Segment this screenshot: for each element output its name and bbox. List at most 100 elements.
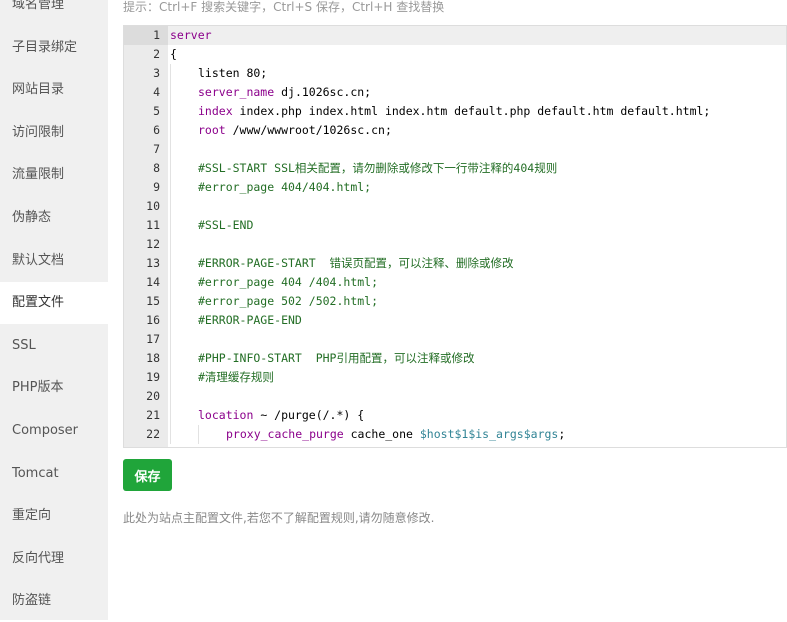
code-line[interactable]: 18 #PHP-INFO-START PHP引用配置，可以注释或修改	[124, 349, 786, 368]
code-text: proxy_cache_purge cache_one $host$1$is_a…	[226, 425, 565, 444]
indent-guide	[170, 406, 171, 425]
line-number: 6	[153, 123, 160, 137]
code-line[interactable]: 1 server	[124, 26, 786, 45]
code-token: cache_one	[343, 427, 420, 441]
sidebar-item[interactable]: 防盗链	[0, 580, 108, 622]
line-number: 11	[146, 218, 160, 232]
sidebar-item[interactable]: 反向代理	[0, 538, 108, 580]
config-warning-note: 此处为站点主配置文件,若您不了解配置规则,请勿随意修改.	[123, 511, 435, 525]
code-token: #error_page 404 /404.html;	[198, 275, 379, 289]
indent-guide	[170, 425, 171, 444]
code-token: #SSL-END	[198, 218, 254, 232]
indent-guide	[170, 254, 171, 273]
config-code-editor[interactable]: 1 server 2{ 3 listen 80; 4 server_name dj.1026…	[123, 25, 787, 448]
code-line[interactable]: 15 #error_page 502 /502.html;	[124, 292, 786, 311]
sidebar-item[interactable]: Tomcat	[0, 453, 108, 495]
sidebar-item[interactable]: 流量限制	[0, 154, 108, 196]
line-number: 5	[153, 104, 160, 118]
sidebar-item[interactable]: Composer	[0, 410, 108, 452]
code-text: root /www/wwwroot/1026sc.cn;	[198, 121, 392, 140]
code-text: location ~ /purge(/.*) {	[198, 406, 364, 425]
sidebar-item[interactable]: 配置文件	[0, 282, 108, 325]
code-token: $host$1$is_args$args	[419, 427, 559, 441]
sidebar-item[interactable]: 网站目录	[0, 69, 108, 111]
code-token: listen 80;	[198, 66, 268, 80]
code-text: #error_page 404/404.html;	[198, 178, 371, 197]
sidebar-item[interactable]: 默认文档	[0, 240, 108, 282]
line-number: 17	[146, 332, 160, 346]
indent-guide	[170, 273, 171, 292]
code-line[interactable]: 6 root /www/wwwroot/1026sc.cn;	[124, 121, 786, 140]
line-number: 8	[153, 161, 160, 175]
code-line[interactable]: 8 #SSL-START SSL相关配置，请勿删除或修改下一行带注释的404规则	[124, 159, 786, 178]
indent-guide	[170, 197, 171, 216]
sidebar-item[interactable]: SSL	[0, 325, 108, 367]
sidebar-item[interactable]: PHP版本	[0, 367, 108, 409]
code-line[interactable]: 20	[124, 387, 786, 406]
indent-guide	[170, 83, 171, 102]
line-number: 4	[153, 85, 160, 99]
sidebar-item[interactable]: 伪静态	[0, 197, 108, 239]
indent-guide	[170, 349, 171, 368]
code-text: #PHP-INFO-START PHP引用配置，可以注释或修改	[198, 349, 474, 368]
code-line[interactable]: 11 #SSL-END	[124, 216, 786, 235]
line-number: 19	[146, 370, 160, 384]
line-number: 9	[153, 180, 160, 194]
code-line[interactable]: 21 location ~ /purge(/.*) {	[124, 406, 786, 425]
indent-guide	[170, 330, 171, 349]
code-token: proxy_cache_purge	[226, 427, 344, 441]
save-button[interactable]: 保存	[123, 459, 172, 491]
code-line[interactable]: 2{	[124, 45, 786, 64]
code-line[interactable]: 9 #error_page 404/404.html;	[124, 178, 786, 197]
indent-guide	[170, 64, 171, 83]
sidebar-item[interactable]: 重定向	[0, 495, 108, 537]
line-number: 3	[153, 66, 160, 80]
line-number: 10	[146, 199, 160, 213]
code-token: /www/wwwroot/1026sc.cn;	[225, 123, 392, 137]
line-number: 22	[146, 427, 160, 441]
code-text: index index.php index.html index.htm def…	[198, 102, 710, 121]
line-number: 12	[146, 237, 160, 251]
line-number: 15	[146, 294, 160, 308]
line-number: 16	[146, 313, 160, 327]
line-number: 18	[146, 351, 160, 365]
code-token: ~ /purge(/.*) {	[253, 408, 365, 422]
code-line[interactable]: 14 #error_page 404 /404.html;	[124, 273, 786, 292]
line-number: 14	[146, 275, 160, 289]
code-line[interactable]: 4 server_name dj.1026sc.cn;	[124, 83, 786, 102]
code-token: #error_page 404/404.html;	[198, 180, 372, 194]
indent-guide	[170, 121, 171, 140]
code-token: #PHP-INFO-START PHP引用配置，可以注释或修改	[198, 351, 475, 365]
indent-guide	[170, 311, 171, 330]
code-text: server	[170, 26, 212, 45]
indent-guide	[198, 425, 199, 444]
code-line[interactable]: 17	[124, 330, 786, 349]
code-line[interactable]: 13 #ERROR-PAGE-START 错误页配置，可以注释、删除或修改	[124, 254, 786, 273]
code-token: #ERROR-PAGE-START 错误页配置，可以注释、删除或修改	[198, 256, 514, 270]
code-line[interactable]: 7	[124, 140, 786, 159]
code-token: #SSL-START SSL相关配置，请勿删除或修改下一行带注释的404规则	[198, 161, 558, 175]
indent-guide	[170, 235, 171, 254]
sidebar-item[interactable]: 子目录绑定	[0, 27, 108, 69]
code-text: #error_page 404 /404.html;	[198, 273, 378, 292]
code-token: ;	[558, 427, 566, 441]
shortcut-tip: 提示：Ctrl+F 搜索关键字，Ctrl+S 保存，Ctrl+H 查找替换	[123, 0, 445, 14]
sidebar-item[interactable]: 域名管理	[0, 0, 108, 26]
code-line[interactable]: 16 #ERROR-PAGE-END	[124, 311, 786, 330]
code-line[interactable]: 5 index index.php index.html index.htm de…	[124, 102, 786, 121]
code-text: listen 80;	[198, 64, 267, 83]
indent-guide	[170, 102, 171, 121]
code-token: server	[170, 28, 212, 42]
code-token: root	[198, 123, 226, 137]
code-line[interactable]: 12	[124, 235, 786, 254]
sidebar-item[interactable]: 访问限制	[0, 112, 108, 154]
code-token: #ERROR-PAGE-END	[198, 313, 302, 327]
code-line[interactable]: 22 proxy_cache_purge cache_one $host$1$is…	[124, 425, 786, 444]
code-line[interactable]: 10	[124, 197, 786, 216]
code-line[interactable]: 3 listen 80;	[124, 64, 786, 83]
indent-guide	[170, 216, 171, 235]
indent-guide	[170, 387, 171, 406]
code-text: {	[170, 45, 177, 64]
code-token: index.php index.html index.htm default.p…	[232, 104, 711, 118]
code-line[interactable]: 19 #清理缓存规则	[124, 368, 786, 387]
